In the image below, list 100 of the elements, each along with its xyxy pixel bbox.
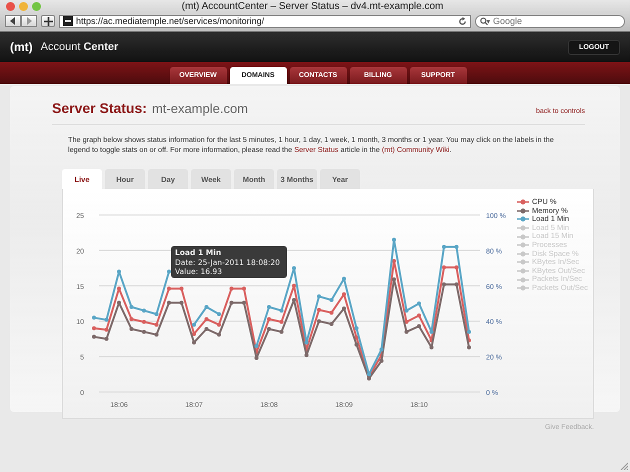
point: [280, 330, 284, 334]
legend-marker-icon: [517, 216, 529, 222]
point: [404, 308, 408, 313]
point: [292, 298, 296, 302]
point: [392, 238, 396, 242]
point: [242, 300, 246, 305]
logo[interactable]: (mt): [10, 40, 33, 54]
point: [330, 310, 334, 315]
site-icon: [63, 16, 73, 26]
address-field[interactable]: https://ac.mediatemple.net/services/monitoring/: [59, 14, 471, 28]
point: [167, 286, 171, 291]
point: [254, 356, 258, 360]
page-title: Server Status:: [52, 100, 147, 116]
point: [104, 336, 108, 341]
point: [204, 317, 208, 322]
point: [442, 265, 446, 270]
resize-grip-icon[interactable]: [620, 462, 628, 470]
point: [304, 353, 308, 358]
point: [142, 308, 146, 313]
point: [254, 344, 258, 348]
point: [342, 306, 346, 310]
point: [280, 308, 284, 313]
close-button[interactable]: [6, 2, 15, 11]
point: [217, 332, 221, 337]
point: [104, 318, 108, 322]
point: [467, 345, 471, 350]
point: [454, 282, 458, 286]
legend-marker-icon: [517, 250, 529, 257]
point: [92, 316, 96, 320]
legend-marker-icon: [517, 234, 529, 240]
point: [330, 322, 334, 326]
point: [317, 319, 321, 324]
point: [217, 322, 221, 327]
legend-marker-icon: [517, 208, 529, 214]
point: [442, 244, 446, 249]
legend-marker-icon: [517, 225, 529, 232]
point: [304, 340, 308, 344]
point: [192, 322, 196, 327]
point: [167, 270, 171, 274]
point: [317, 308, 321, 312]
point: [292, 266, 296, 270]
add-bookmark-button[interactable]: [41, 15, 55, 27]
point: [367, 376, 371, 381]
back-button[interactable]: [5, 15, 21, 27]
point: [154, 322, 158, 327]
point: [454, 244, 458, 249]
point: [217, 312, 221, 316]
point: [92, 326, 96, 330]
point: [317, 294, 321, 298]
point: [92, 334, 96, 339]
legend-marker-icon: [517, 268, 529, 274]
point: [104, 328, 108, 332]
point: [230, 286, 234, 291]
point: [142, 320, 146, 324]
point: [180, 300, 184, 305]
window-title: (mt) AccountCenter – Server Status – dv4.mt-example.com: [180, 1, 444, 12]
point: [404, 330, 408, 334]
domain-name: mt-example.com: [152, 101, 248, 116]
point: [380, 348, 384, 352]
point: [354, 342, 358, 347]
point: [430, 345, 434, 350]
point: [454, 265, 458, 270]
point: [204, 326, 208, 331]
forward-arrow-icon: [25, 17, 33, 25]
point: [292, 284, 296, 288]
legend-marker-icon: [517, 259, 529, 266]
point: [230, 300, 234, 305]
point: [267, 317, 271, 322]
point: [154, 312, 158, 316]
point: [130, 305, 134, 310]
point: [280, 320, 284, 324]
point: [380, 358, 384, 363]
point: [467, 330, 471, 334]
brand-title: Account Center: [40, 41, 118, 53]
point: [167, 300, 171, 305]
point: [130, 326, 134, 331]
legend-marker-icon: [517, 285, 529, 292]
point: [204, 305, 208, 310]
point: [242, 286, 246, 291]
point: [117, 270, 121, 274]
point: [417, 302, 421, 306]
point: [392, 259, 396, 264]
legend-marker-icon: [517, 242, 529, 248]
point: [130, 317, 134, 322]
point: [417, 324, 421, 328]
back-arrow-icon: [9, 17, 17, 25]
search-field[interactable]: Google: [475, 14, 625, 28]
point: [267, 326, 271, 331]
legend-marker-icon: [517, 276, 529, 283]
point: [117, 300, 121, 305]
point: [180, 286, 184, 291]
reload-icon[interactable]: [458, 16, 467, 26]
point: [142, 330, 146, 334]
point: [342, 276, 346, 281]
point: [154, 332, 158, 337]
point: [442, 282, 446, 286]
point: [267, 305, 271, 310]
point: [430, 330, 434, 334]
point: [330, 298, 334, 302]
point: [342, 292, 346, 296]
